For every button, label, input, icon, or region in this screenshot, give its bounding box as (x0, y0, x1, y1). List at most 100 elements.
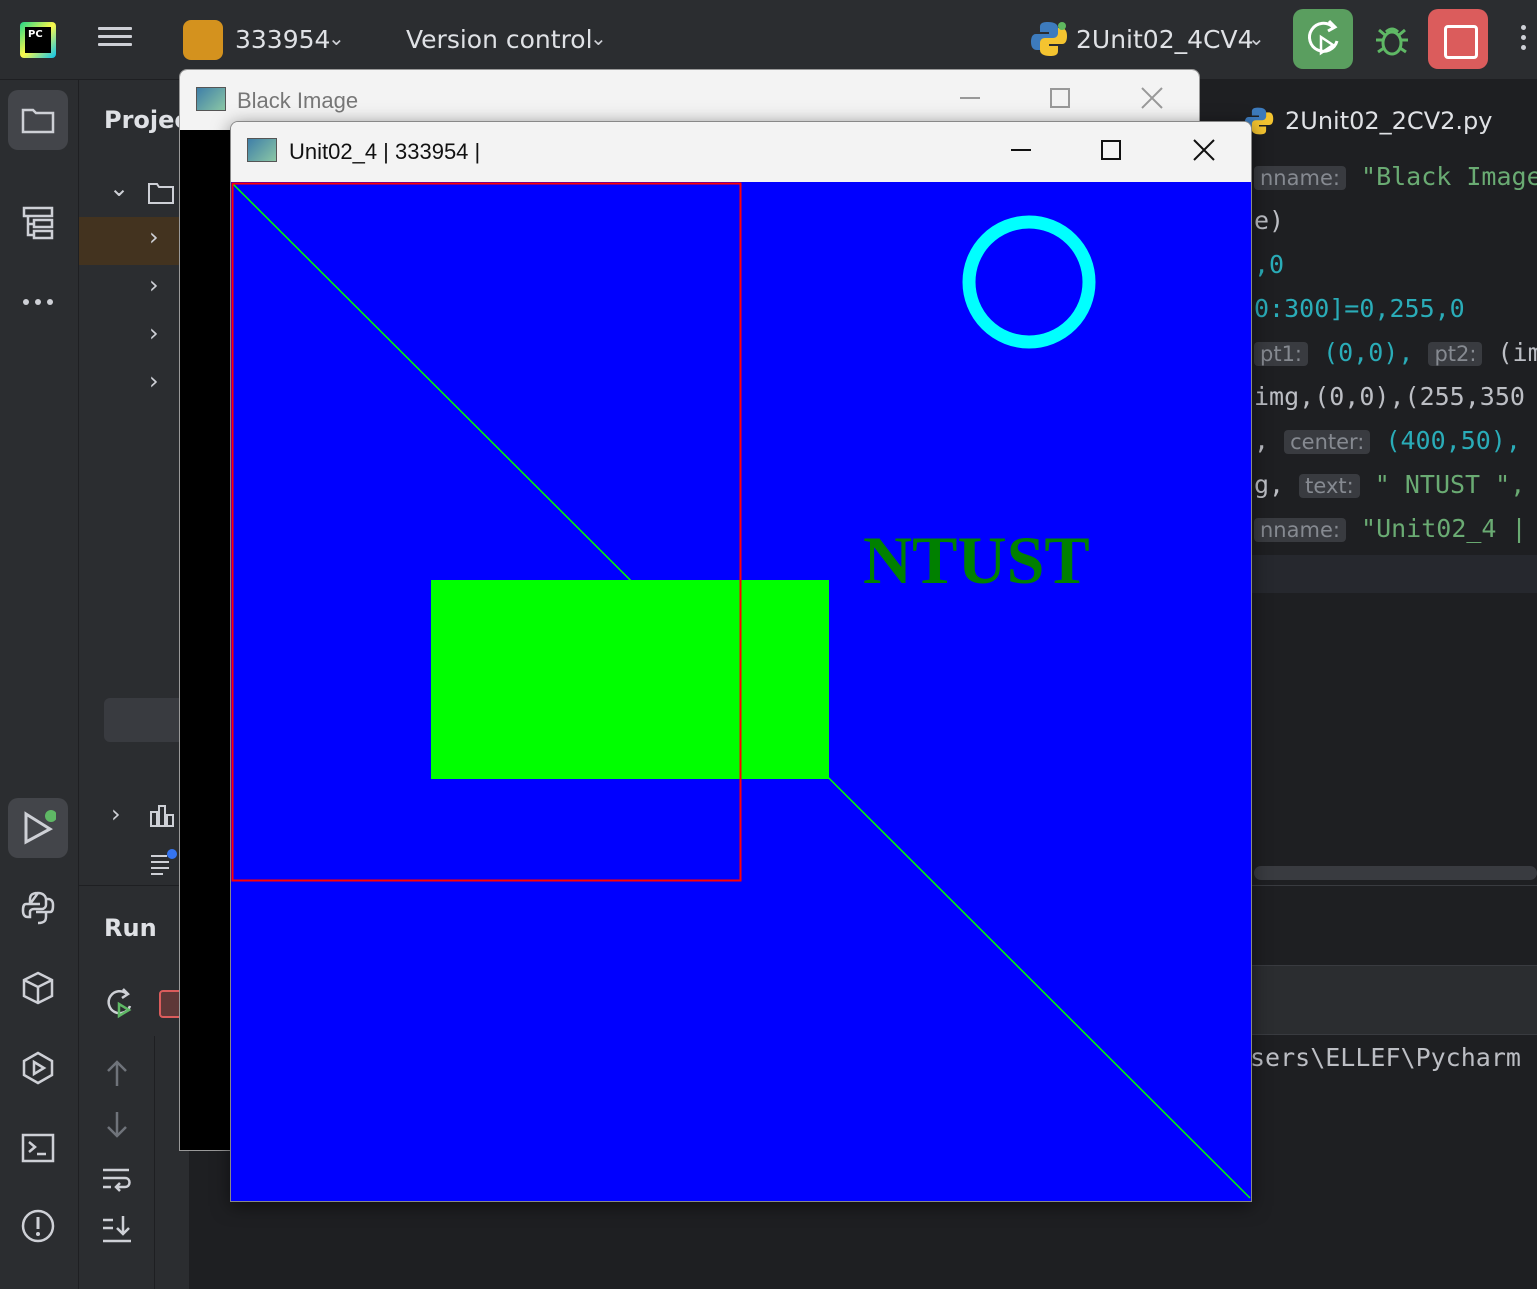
maximize-icon[interactable] (1091, 130, 1131, 170)
close-icon[interactable] (1184, 130, 1224, 170)
code-line: ,0 (1254, 250, 1284, 279)
code-text: ,0 (1254, 250, 1285, 279)
run-panel-title: Run (104, 914, 157, 942)
filled-rectangle (431, 580, 829, 779)
services-button[interactable] (8, 1038, 68, 1098)
param-hint: nname: (1254, 166, 1346, 190)
code-text: img,(0,0),(255,350 (1254, 382, 1525, 411)
structure-icon (22, 206, 54, 240)
tree-row[interactable]: › (79, 265, 189, 313)
scroll-to-end-icon[interactable] (101, 1214, 133, 1244)
close-icon[interactable] (1132, 78, 1172, 118)
code-text: (400,50), (1385, 426, 1521, 455)
rerun-icon[interactable] (105, 986, 137, 1020)
chevron-right-icon[interactable]: › (111, 800, 121, 828)
code-text: 0:300]=0,255,0 (1254, 294, 1465, 323)
project-tool-button[interactable] (8, 90, 68, 150)
debug-bug-icon[interactable] (1370, 18, 1414, 62)
minimize-icon[interactable] (950, 78, 990, 118)
minimize-icon[interactable] (1001, 130, 1041, 170)
ntust-label: NTUST (863, 522, 1090, 598)
window-title-bar[interactable]: Unit02_4 | 333954 | (231, 122, 1251, 182)
run-panel: Run (79, 885, 189, 1289)
code-line: e) (1254, 206, 1284, 235)
code-line: nname: "Unit02_4 | (1254, 514, 1527, 543)
run-tool-button[interactable] (8, 798, 68, 858)
code-line: , center: (400,50), (1254, 426, 1521, 455)
tree-row[interactable]: › (79, 313, 189, 361)
folder-icon (148, 183, 174, 204)
code-text: (img (1497, 338, 1537, 367)
editor-tab[interactable]: 2Unit02_2CV2.py (1285, 107, 1492, 135)
more-options-icon[interactable] (1518, 20, 1528, 60)
console-output-line: sers\ELLEF\Pycharm (1250, 1043, 1521, 1072)
structure-tool-button[interactable] (8, 192, 68, 252)
chevron-right-icon[interactable]: › (149, 223, 159, 251)
chevron-right-icon[interactable]: › (149, 319, 159, 347)
param-hint: pt1: (1254, 342, 1308, 366)
code-text: "Black Image (1361, 162, 1537, 191)
run-config-selector[interactable]: 2Unit02_4CV4 (1076, 25, 1253, 54)
window-app-icon (247, 138, 277, 162)
code-line: g, text: " NTUST ", (1254, 470, 1526, 499)
code-text: (0,0), (1323, 338, 1414, 367)
tree-row[interactable]: › (79, 217, 189, 265)
param-hint: nname: (1254, 518, 1346, 542)
version-control-menu[interactable]: Version control (406, 25, 593, 54)
python-console-button[interactable] (8, 878, 68, 938)
problems-button[interactable] (8, 1196, 68, 1256)
chevron-down-icon[interactable]: ⌄ (328, 26, 345, 50)
project-name[interactable]: 333954 (235, 25, 330, 54)
python-console-icon (21, 891, 55, 925)
current-line-highlight (1252, 555, 1537, 593)
chevron-right-icon[interactable]: › (149, 367, 159, 395)
chevron-down-icon[interactable]: ⌄ (590, 26, 607, 50)
arrow-down-icon[interactable] (103, 1110, 131, 1140)
soft-wrap-icon[interactable] (101, 1164, 133, 1194)
horizontal-scrollbar[interactable] (1254, 866, 1537, 880)
pycharm-logo-icon[interactable]: PC (20, 22, 56, 58)
rerun-icon (1308, 19, 1339, 56)
code-text: "Unit02_4 | (1361, 514, 1527, 543)
code-line: nname: "Black Image (1254, 162, 1537, 191)
tool-window-strip (0, 80, 79, 1289)
stop-button[interactable] (1428, 9, 1488, 69)
project-color-icon[interactable] (183, 20, 223, 60)
window-app-icon (196, 87, 226, 111)
run-play-icon (24, 810, 56, 845)
param-hint: center: (1284, 430, 1371, 454)
chevron-down-icon[interactable]: ⌄ (1248, 26, 1265, 50)
maximize-icon[interactable] (1040, 78, 1080, 118)
ellipsis-icon (23, 299, 53, 305)
opencv-output-window[interactable]: Unit02_4 | 333954 | NTUST (230, 121, 1252, 1202)
packages-icon (22, 971, 54, 1005)
console-toolbar (1250, 965, 1537, 1035)
param-hint: text: (1299, 474, 1360, 498)
code-line: 0:300]=0,255,0 (1254, 294, 1465, 323)
project-panel: Project ⌄ › › › › › (79, 80, 200, 885)
python-icon (1031, 22, 1067, 56)
terminal-button[interactable] (8, 1118, 68, 1178)
chevron-down-icon[interactable]: ⌄ (109, 174, 129, 202)
services-icon (22, 1051, 54, 1085)
ide-title-bar: PC 333954 ⌄ Version control ⌄ 2Unit02_4C… (0, 0, 1537, 80)
arrow-up-icon[interactable] (103, 1058, 131, 1088)
tree-root-row[interactable]: ⌄ (79, 170, 189, 218)
python-packages-button[interactable] (8, 958, 68, 1018)
code-line: pt1: (0,0), pt2: (img (1254, 338, 1537, 367)
run-toolbar (79, 1036, 155, 1289)
run-console[interactable] (1250, 885, 1537, 1289)
main-menu-icon[interactable] (98, 22, 132, 56)
chevron-right-icon[interactable]: › (149, 271, 159, 299)
warning-circle-icon (21, 1209, 55, 1243)
chart-bars-icon (150, 805, 174, 827)
code-text: e) (1254, 206, 1285, 235)
terminal-icon (21, 1133, 55, 1163)
tree-row[interactable]: › (79, 361, 189, 409)
param-hint: pt2: (1428, 342, 1483, 366)
folder-icon (21, 108, 55, 134)
window-title: Black Image (237, 88, 359, 113)
log-list-icon (151, 849, 177, 875)
more-tools-button[interactable] (8, 272, 68, 332)
rerun-button[interactable] (1293, 9, 1353, 69)
